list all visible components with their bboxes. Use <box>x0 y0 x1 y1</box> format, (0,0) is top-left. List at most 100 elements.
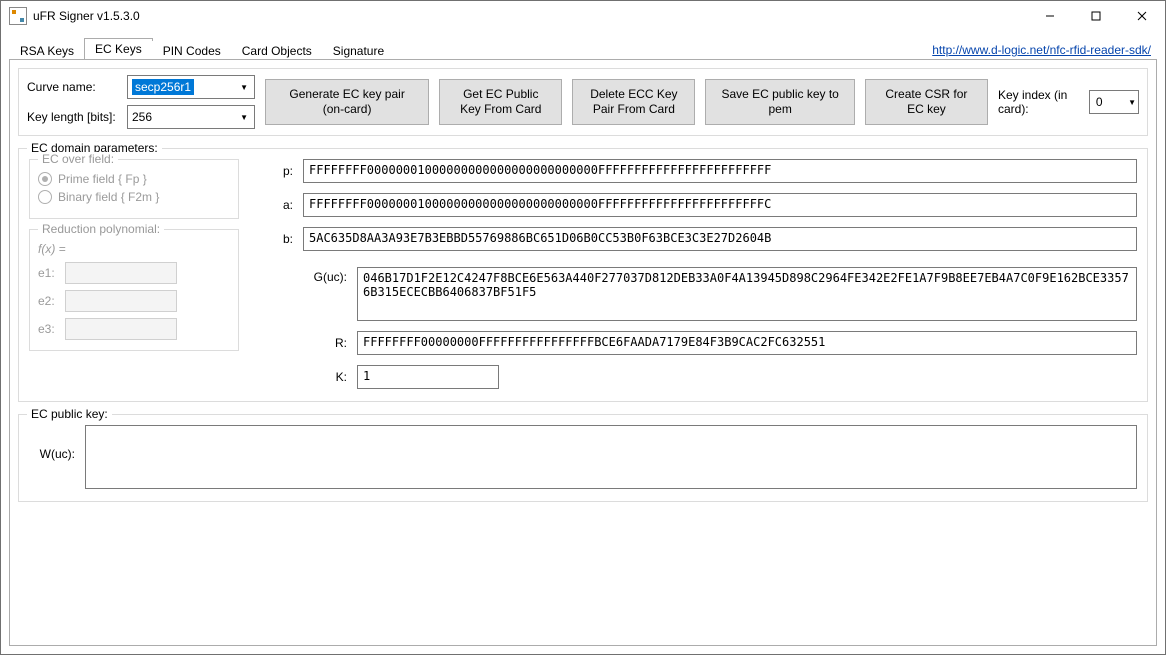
tab-label: PIN Codes <box>163 44 221 58</box>
key-length-combo[interactable]: 256 ▼ <box>127 105 255 129</box>
e3-input <box>65 318 177 340</box>
e2-label: e2: <box>38 294 55 308</box>
prime-field-radio <box>38 172 52 186</box>
k-label: K: <box>307 370 347 384</box>
k-input[interactable]: 1 <box>357 365 499 389</box>
r-label: R: <box>307 336 347 350</box>
key-length-row: Key length [bits]: 256 ▼ <box>27 105 255 129</box>
curve-name-value: secp256r1 <box>132 79 194 95</box>
window-title: uFR Signer v1.5.3.0 <box>33 9 140 23</box>
params-right-col: p: FFFFFFFF00000001000000000000000000000… <box>253 159 1137 389</box>
w-label: W(uc): <box>29 425 75 461</box>
key-index-value: 0 <box>1096 95 1103 109</box>
close-button[interactable] <box>1119 1 1165 31</box>
minimize-icon <box>1045 11 1055 21</box>
binary-field-label: Binary field { F2m } <box>58 190 159 204</box>
toolbar: Curve name: secp256r1 ▼ Key length [bits… <box>18 68 1148 136</box>
ec-public-key: EC public key: W(uc): <box>18 414 1148 502</box>
e2-input <box>65 290 177 312</box>
chevron-down-icon: ▼ <box>1128 98 1136 107</box>
b-label: b: <box>253 232 293 246</box>
params-row: EC over field: Prime field { Fp } Binary… <box>29 159 1137 389</box>
curve-settings: Curve name: secp256r1 ▼ Key length [bits… <box>27 75 255 129</box>
e3-row: e3: <box>38 318 230 340</box>
ec-over-field-legend: EC over field: <box>38 152 118 166</box>
titlebar-left: uFR Signer v1.5.3.0 <box>9 7 140 25</box>
tabs: RSA Keys EC Keys PIN Codes Card Objects … <box>9 37 394 59</box>
tab-panel-ec-keys: Curve name: secp256r1 ▼ Key length [bits… <box>9 59 1157 646</box>
binary-field-radio <box>38 190 52 204</box>
e1-input <box>65 262 177 284</box>
create-csr-button[interactable]: Create CSR for EC key <box>865 79 988 125</box>
prime-field-label: Prime field { Fp } <box>58 172 147 186</box>
sdk-link[interactable]: http://www.d-logic.net/nfc-rfid-reader-s… <box>932 43 1151 57</box>
p-input[interactable]: FFFFFFFF00000001000000000000000000000000… <box>303 159 1137 183</box>
e1-row: e1: <box>38 262 230 284</box>
r-row: R: FFFFFFFF00000000FFFFFFFFFFFFFFFFBCE6F… <box>307 331 1137 355</box>
tab-pin-codes[interactable]: PIN Codes <box>152 41 232 61</box>
curve-name-combo[interactable]: secp256r1 ▼ <box>127 75 255 99</box>
app-icon <box>9 7 27 25</box>
button-label: Get EC Public Key From Card <box>452 87 549 117</box>
g-label: G(uc): <box>307 267 347 284</box>
a-label: a: <box>253 198 293 212</box>
key-length-value: 256 <box>132 110 152 124</box>
tab-label: EC Keys <box>95 42 142 56</box>
prime-field-radio-row: Prime field { Fp } <box>38 172 230 186</box>
button-label: Delete ECC Key Pair From Card <box>585 87 682 117</box>
a-input[interactable]: FFFFFFFF00000001000000000000000000000000… <box>303 193 1137 217</box>
tab-label: Signature <box>333 44 384 58</box>
window-controls <box>1027 1 1165 31</box>
p-label: p: <box>253 164 293 178</box>
tab-ec-keys[interactable]: EC Keys <box>84 38 153 60</box>
e1-label: e1: <box>38 266 55 280</box>
tab-label: Card Objects <box>242 44 312 58</box>
titlebar: uFR Signer v1.5.3.0 <box>1 1 1165 31</box>
button-label: Create CSR for EC key <box>878 87 975 117</box>
e3-label: e3: <box>38 322 55 336</box>
ec-domain-params: EC domain parameters: EC over field: Pri… <box>18 148 1148 402</box>
key-index: Key index (in card): 0 ▼ <box>998 88 1139 116</box>
fx-label: f(x) = <box>38 242 230 256</box>
k-row: K: 1 <box>307 365 1137 389</box>
app-window: uFR Signer v1.5.3.0 RSA Keys EC Keys PIN… <box>0 0 1166 655</box>
key-length-label: Key length [bits]: <box>27 110 117 124</box>
curve-name-label: Curve name: <box>27 80 117 94</box>
maximize-button[interactable] <box>1073 1 1119 31</box>
button-label: Generate EC key pair (on-card) <box>278 87 416 117</box>
key-index-combo[interactable]: 0 ▼ <box>1089 90 1139 114</box>
tab-rsa-keys[interactable]: RSA Keys <box>9 41 85 61</box>
get-public-key-button[interactable]: Get EC Public Key From Card <box>439 79 562 125</box>
save-pem-button[interactable]: Save EC public key to pem <box>705 79 854 125</box>
b-row: b: 5AC635D8AA3A93E7B3EBBD55769886BC651D0… <box>253 227 1137 251</box>
minimize-button[interactable] <box>1027 1 1073 31</box>
top-row: RSA Keys EC Keys PIN Codes Card Objects … <box>9 37 1157 59</box>
g-row: G(uc): 046B17D1F2E12C4247F8BCE6E563A440F… <box>307 267 1137 321</box>
ec-over-field: EC over field: Prime field { Fp } Binary… <box>29 159 239 219</box>
reduction-polynomial-legend: Reduction polynomial: <box>38 222 164 236</box>
maximize-icon <box>1091 11 1101 21</box>
e2-row: e2: <box>38 290 230 312</box>
p-row: p: FFFFFFFF00000001000000000000000000000… <box>253 159 1137 183</box>
button-label: Save EC public key to pem <box>718 87 841 117</box>
curve-name-row: Curve name: secp256r1 ▼ <box>27 75 255 99</box>
a-row: a: FFFFFFFF00000001000000000000000000000… <box>253 193 1137 217</box>
r-input[interactable]: FFFFFFFF00000000FFFFFFFFFFFFFFFFBCE6FAAD… <box>357 331 1137 355</box>
key-index-label: Key index (in card): <box>998 88 1081 116</box>
b-input[interactable]: 5AC635D8AA3A93E7B3EBBD55769886BC651D06B0… <box>303 227 1137 251</box>
tab-signature[interactable]: Signature <box>322 41 395 61</box>
params-left-col: EC over field: Prime field { Fp } Binary… <box>29 159 239 389</box>
chevron-down-icon: ▼ <box>236 113 252 122</box>
tab-card-objects[interactable]: Card Objects <box>231 41 323 61</box>
close-icon <box>1137 11 1147 21</box>
binary-field-radio-row: Binary field { F2m } <box>38 190 230 204</box>
generate-keypair-button[interactable]: Generate EC key pair (on-card) <box>265 79 429 125</box>
ec-public-key-legend: EC public key: <box>27 407 112 421</box>
w-input[interactable] <box>85 425 1137 489</box>
client-area: RSA Keys EC Keys PIN Codes Card Objects … <box>1 31 1165 654</box>
tab-label: RSA Keys <box>20 44 74 58</box>
g-input[interactable]: 046B17D1F2E12C4247F8BCE6E563A440F277037D… <box>357 267 1137 321</box>
chevron-down-icon: ▼ <box>236 83 252 92</box>
delete-keypair-button[interactable]: Delete ECC Key Pair From Card <box>572 79 695 125</box>
reduction-polynomial: Reduction polynomial: f(x) = e1: e2: <box>29 229 239 351</box>
